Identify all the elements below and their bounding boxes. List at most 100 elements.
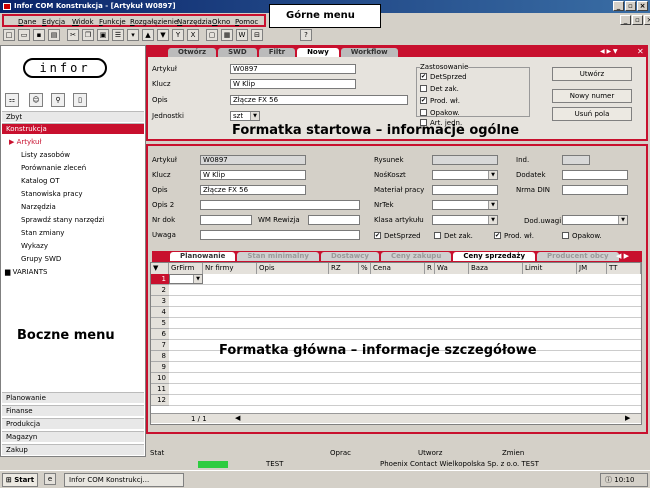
document-icon[interactable]: ▯	[73, 93, 87, 107]
copy-icon[interactable]: ❐	[82, 29, 94, 41]
main-nrmadin-input[interactable]	[562, 185, 628, 195]
nowy-numer-button[interactable]: Nowy numer	[552, 89, 632, 103]
tree-icon[interactable]: ⚏	[5, 93, 19, 107]
row-number[interactable]: 4	[151, 307, 169, 318]
scroll-right-icon[interactable]: ▶	[625, 414, 630, 422]
usage-detzak-checkbox[interactable]	[420, 85, 427, 92]
maximize-button[interactable]: ▫	[625, 1, 636, 11]
sidebar-item-grupy[interactable]: Grupy SWD	[21, 255, 61, 263]
sidebar-section-produkcja[interactable]: Produkcja	[2, 418, 144, 429]
table-row[interactable]	[169, 362, 641, 373]
col-r[interactable]: R	[425, 263, 435, 274]
main-artykul-input[interactable]: W0897	[200, 155, 306, 165]
clear-filter-icon[interactable]: X	[187, 29, 199, 41]
open-folder-icon[interactable]: ▭	[18, 29, 30, 41]
sidebar-item-stanowiska[interactable]: Stanowiska pracy	[21, 190, 83, 198]
mdi-minimize-button[interactable]: _	[620, 15, 631, 25]
table-row[interactable]	[169, 307, 641, 318]
col-percent[interactable]: %	[359, 263, 371, 274]
col-jm[interactable]: JM	[577, 263, 607, 274]
table-row[interactable]	[169, 329, 641, 340]
main-doduwagi-select[interactable]: ▼	[562, 215, 628, 225]
main-wm-input[interactable]	[308, 215, 360, 225]
main-rysunek-input[interactable]	[432, 155, 498, 165]
opis-input[interactable]: Złącze FX 56	[230, 95, 408, 105]
main-opis-input[interactable]: Złącze FX 56	[200, 185, 306, 195]
mdi-restore-button[interactable]: ▫	[632, 15, 643, 25]
usage-prodwl-checkbox[interactable]: ✔	[420, 97, 427, 104]
menu-dane[interactable]: Dane	[18, 18, 36, 26]
main-nrdok-input[interactable]	[200, 215, 252, 225]
sidebar-item-narzedzia[interactable]: Narzędzia	[21, 203, 56, 211]
start-button[interactable]: ⊞ Start	[2, 473, 38, 487]
row-number[interactable]: 2	[151, 285, 169, 296]
menu-narzedzia[interactable]: Narzędzia	[177, 18, 212, 26]
table-row[interactable]	[169, 296, 641, 307]
menu-widok[interactable]: Widok	[72, 18, 94, 26]
main-material-input[interactable]	[432, 185, 498, 195]
sidebar-section-zbyt[interactable]: Zbyt	[2, 111, 144, 122]
sidebar-section-finanse[interactable]: Finanse	[2, 405, 144, 416]
tab-producent-obcy[interactable]: Producent obcy	[537, 252, 619, 261]
grid-filter-icon[interactable]: ▼	[151, 263, 169, 274]
sidebar-item-katalog[interactable]: Katalog OT	[21, 177, 59, 185]
scroll-left-icon[interactable]: ◀	[235, 414, 240, 422]
col-rz[interactable]: RZ	[329, 263, 359, 274]
sidebar-item-wykazy[interactable]: Wykazy	[21, 242, 48, 250]
sidebar-item-variants[interactable]: ▆ VARIANTS	[5, 268, 47, 276]
klucz-input[interactable]: W Klip	[230, 79, 356, 89]
tab-planowanie[interactable]: Planowanie	[170, 252, 236, 261]
filter-icon[interactable]: Y	[172, 29, 184, 41]
tab-ceny-sprzedazy[interactable]: Ceny sprzedaży	[453, 252, 536, 261]
main-detsprzed-checkbox[interactable]: ✔	[374, 232, 381, 239]
row-number[interactable]: 9	[151, 362, 169, 373]
col-grfirm[interactable]: GrFirm	[169, 263, 203, 274]
row-number[interactable]: 8	[151, 351, 169, 362]
row-number[interactable]: 10	[151, 373, 169, 384]
sidebar-item-porownanie[interactable]: Porównanie zleceń	[21, 164, 86, 172]
tab-otworz[interactable]: Otwórz	[168, 48, 217, 57]
row-number[interactable]: 11	[151, 384, 169, 395]
col-nr-firmy[interactable]: Nr firmy	[203, 263, 257, 274]
usun-pola-button[interactable]: Usuń pola	[552, 107, 632, 121]
word-icon[interactable]: W	[236, 29, 248, 41]
sidebar-item-stan-zmiany[interactable]: Stan zmiany	[21, 229, 64, 237]
row-number[interactable]: 5	[151, 318, 169, 329]
grfirm-cell-select[interactable]: ▼	[169, 274, 203, 284]
sidebar-section-magazyn[interactable]: Magazyn	[2, 431, 144, 442]
down-arrow-icon[interactable]: ▼	[157, 29, 169, 41]
search-icon[interactable]: ⚲	[51, 93, 65, 107]
new-file-icon[interactable]: □	[3, 29, 15, 41]
row-number[interactable]: 1	[151, 274, 169, 285]
sidebar-item-listy[interactable]: Listy zasobów	[21, 151, 70, 159]
main-klucz-input[interactable]: W Klip	[200, 170, 306, 180]
table-row[interactable]: ▼	[169, 274, 641, 285]
dropdown-icon[interactable]: ▾	[127, 29, 139, 41]
print-icon[interactable]: ▤	[48, 29, 60, 41]
table-icon[interactable]: ▦	[221, 29, 233, 41]
utworz-button[interactable]: Utwórz	[552, 67, 632, 81]
main-opakow-checkbox[interactable]	[562, 232, 569, 239]
sidebar-section-planowanie[interactable]: Planowanie	[2, 392, 144, 403]
up-arrow-icon[interactable]: ▲	[142, 29, 154, 41]
row-number[interactable]: 7	[151, 340, 169, 351]
menu-okno[interactable]: Okno	[212, 18, 230, 26]
col-opis[interactable]: Opis	[257, 263, 329, 274]
save-icon[interactable]: ▪	[33, 29, 45, 41]
artykul-input[interactable]: W0897	[230, 64, 356, 74]
taskbar-task-button[interactable]: Infor COM Konstrukcj...	[64, 473, 184, 487]
menu-edycja[interactable]: Edycja	[42, 18, 65, 26]
ie-icon[interactable]: e	[44, 473, 56, 485]
sidebar-section-zakup[interactable]: Zakup	[2, 444, 144, 455]
close-icon[interactable]: ✕	[637, 47, 644, 56]
users-icon[interactable]: ☺	[29, 93, 43, 107]
jednostki-select[interactable]: szt ▼	[230, 111, 260, 121]
usage-opakow-checkbox[interactable]	[420, 109, 427, 116]
usage-detsprzed-checkbox[interactable]: ✔	[420, 73, 427, 80]
sidebar-item-artykul[interactable]: ▶ Artykuł	[9, 138, 41, 146]
tray-info-icon[interactable]: ⓘ	[605, 476, 612, 484]
minimize-button[interactable]: _	[613, 1, 624, 11]
tab-nav-arrows-icon[interactable]: ◀ ▶	[616, 252, 629, 260]
menu-funkcje[interactable]: Funkcje	[99, 18, 126, 26]
tab-workflow[interactable]: Workflow	[340, 48, 398, 57]
